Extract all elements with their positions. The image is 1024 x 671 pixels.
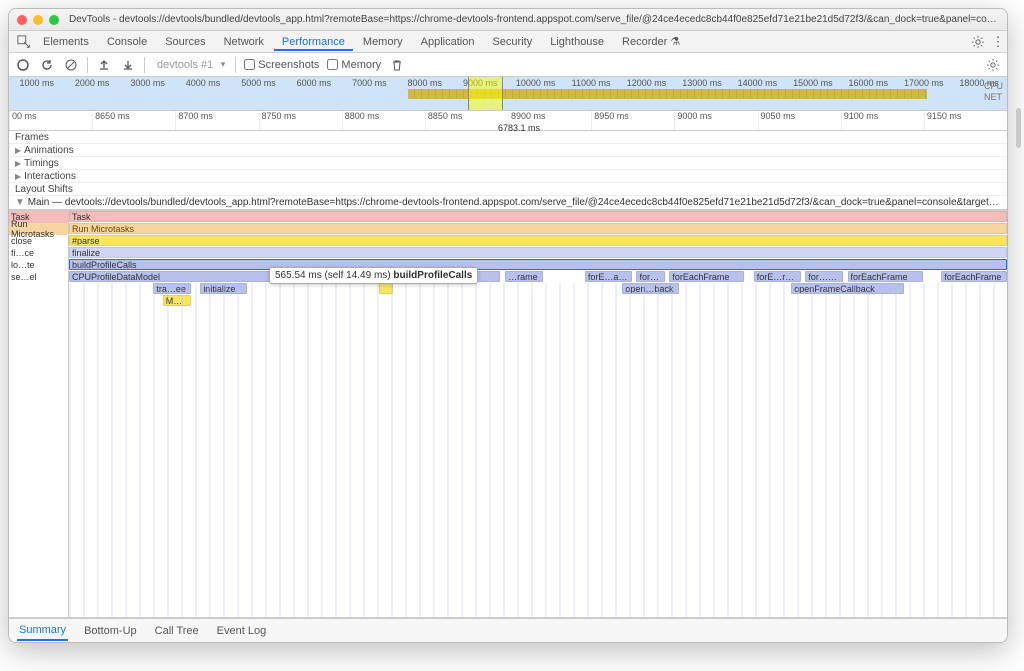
tab-bottom-up[interactable]: Bottom-Up [82, 622, 139, 640]
settings-icon[interactable] [969, 33, 987, 51]
tab-performance[interactable]: Performance [274, 33, 353, 51]
performance-toolbar: devtools #1 Screenshots Memory [9, 53, 1007, 77]
flame-microtasks[interactable]: Run Microtasks [69, 223, 1007, 234]
overview-selection[interactable] [468, 77, 503, 110]
memory-checkbox[interactable]: Memory [327, 59, 381, 71]
panel-tabs: Elements Console Sources Network Perform… [9, 31, 1007, 53]
download-icon[interactable] [120, 57, 136, 73]
tab-application[interactable]: Application [413, 33, 483, 51]
tab-lighthouse[interactable]: Lighthouse [542, 33, 612, 51]
flame-tail-stripes [69, 283, 1007, 617]
titlebar: DevTools - devtools://devtools/bundled/d… [9, 9, 1007, 31]
window-title: DevTools - devtools://devtools/bundled/d… [69, 14, 999, 25]
track-animations[interactable]: ▶Animations [9, 144, 1007, 157]
tab-sources[interactable]: Sources [157, 33, 213, 51]
flame-cell[interactable]: for…ame [805, 271, 843, 282]
tab-elements[interactable]: Elements [35, 33, 97, 51]
profile-select[interactable]: devtools #1 [153, 58, 227, 72]
panel-settings-icon[interactable] [985, 57, 1001, 73]
clear-icon[interactable] [63, 57, 79, 73]
flame-cell[interactable]: forEachFrame [941, 271, 1007, 282]
timeline-overview[interactable]: 1000 ms 2000 ms 3000 ms 4000 ms 5000 ms … [9, 77, 1007, 111]
flame-cell[interactable]: forEachFrame [848, 271, 923, 282]
flame-chart[interactable]: Task Run Microtasks close fi…ce lo…te se… [9, 211, 1007, 618]
flame-parse[interactable]: #parse [69, 235, 1007, 246]
timeline-tracks: Frames ▶Animations ▶Timings ▶Interaction… [9, 131, 1007, 211]
tab-console[interactable]: Console [99, 33, 155, 51]
tab-summary[interactable]: Summary [17, 621, 68, 641]
flame-canvas[interactable]: Task Run Microtasks #parse finalize buil… [69, 211, 1007, 617]
tab-memory[interactable]: Memory [355, 33, 411, 51]
more-icon[interactable]: ⋮ [989, 33, 1007, 51]
flame-tooltip: 565.54 ms (self 14.49 ms) buildProfileCa… [269, 267, 478, 284]
track-main[interactable]: ▼ Main — devtools://devtools/bundled/dev… [9, 196, 1007, 210]
flame-cell[interactable]: forE…ame [585, 271, 632, 282]
flame-task[interactable]: Task [69, 211, 1007, 222]
close-window-icon[interactable] [17, 15, 27, 25]
timeline-ruler[interactable]: 00 ms 8650 ms 8700 ms 8750 ms 8800 ms 88… [9, 111, 1007, 131]
timeline-cursor-label: 6783.1 ms [498, 123, 540, 133]
tab-call-tree[interactable]: Call Tree [153, 622, 201, 640]
devtools-window: DevTools - devtools://devtools/bundled/d… [8, 8, 1008, 643]
maximize-window-icon[interactable] [49, 15, 59, 25]
flame-finalize[interactable]: finalize [69, 247, 1007, 258]
screenshots-checkbox[interactable]: Screenshots [244, 59, 319, 71]
record-icon[interactable] [15, 57, 31, 73]
trash-icon[interactable] [389, 57, 405, 73]
flame-cell[interactable]: for…me [636, 271, 664, 282]
window-controls [17, 15, 59, 25]
tab-event-log[interactable]: Event Log [215, 622, 269, 640]
upload-icon[interactable] [96, 57, 112, 73]
details-tabs: Summary Bottom-Up Call Tree Event Log [9, 618, 1007, 642]
flame-buildprofilecalls[interactable]: buildProfileCalls [69, 259, 1007, 270]
flame-cell[interactable]: forE…rame [754, 271, 801, 282]
inspect-icon[interactable] [15, 33, 33, 51]
flame-gutter: Task Run Microtasks close fi…ce lo…te se… [9, 211, 69, 617]
track-timings[interactable]: ▶Timings [9, 157, 1007, 170]
track-layout-shifts[interactable]: Layout Shifts [9, 183, 1007, 196]
minimize-window-icon[interactable] [33, 15, 43, 25]
tab-security[interactable]: Security [484, 33, 540, 51]
tab-recorder[interactable]: Recorder ⚗ [614, 32, 688, 51]
track-interactions[interactable]: ▶Interactions [9, 170, 1007, 183]
reload-record-icon[interactable] [39, 57, 55, 73]
flame-cell[interactable]: …rame [505, 271, 543, 282]
flame-cell[interactable]: forEachFrame [669, 271, 744, 282]
tab-network[interactable]: Network [216, 33, 272, 51]
overview-lane-labels: CPU NET [984, 81, 1003, 103]
